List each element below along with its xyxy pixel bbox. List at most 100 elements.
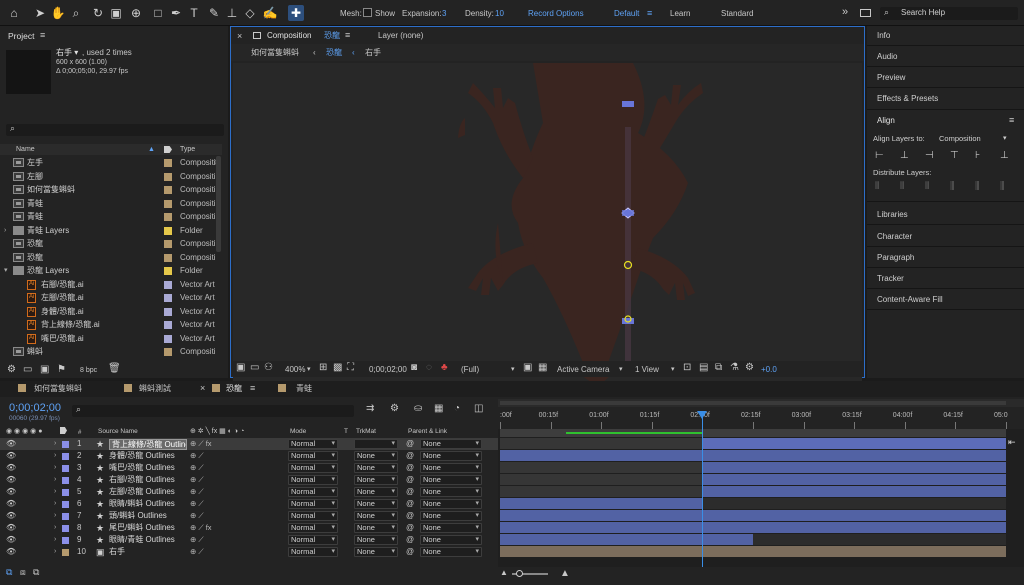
mask-visibility-icon[interactable]: ⚇: [264, 362, 273, 373]
selection-tool-icon[interactable]: ➤: [32, 5, 48, 21]
layer-source-name[interactable]: 眼睛/青蛙 Outlines: [109, 534, 175, 546]
label-color-swatch[interactable]: [164, 267, 172, 275]
visibility-eye-icon[interactable]: 👁: [6, 486, 16, 498]
layer-source-name[interactable]: 右腳/恐龍 Outlines: [109, 474, 175, 486]
align-horizontal-center-icon[interactable]: ⊥: [900, 150, 909, 161]
layer-duration-bar[interactable]: [500, 534, 753, 545]
region-of-interest-icon[interactable]: ⛶: [347, 362, 354, 373]
parent-select[interactable]: None ▾: [420, 499, 482, 509]
delete-icon[interactable]: 🗑: [108, 363, 121, 374]
expand-triangle-icon[interactable]: ›: [4, 224, 6, 238]
playhead-handle[interactable]: [697, 411, 708, 419]
layer-switches[interactable]: ⊕ ⟋: [190, 534, 204, 546]
layer-label-color[interactable]: [62, 477, 69, 484]
breadcrumb-root[interactable]: 如何當隻蝌蚪: [251, 47, 299, 59]
breadcrumb-forward-icon[interactable]: ‹: [352, 47, 355, 59]
draft-3d-icon[interactable]: ▤: [699, 362, 708, 373]
snapshot-icon[interactable]: ◙: [411, 362, 417, 373]
blend-mode-select[interactable]: Normal ▾: [288, 523, 338, 533]
expand-triangle-icon[interactable]: ›: [54, 498, 56, 510]
resolution-select[interactable]: (Full): [461, 364, 479, 376]
panel-menu-icon[interactable]: ≡: [1009, 115, 1014, 125]
visibility-eye-icon[interactable]: 👁: [6, 450, 16, 462]
lock-icon[interactable]: [253, 32, 261, 39]
monitor-icon[interactable]: ▭: [250, 362, 259, 373]
parent-select[interactable]: None ▾: [420, 487, 482, 497]
show-snapshot-icon[interactable]: ◌: [426, 362, 432, 373]
label-color-swatch[interactable]: [164, 199, 172, 208]
layer-duration-bar[interactable]: [500, 510, 1006, 521]
align-top-icon[interactable]: ⊤: [950, 150, 959, 161]
parent-pickwhip-icon[interactable]: @: [406, 546, 414, 558]
layer-label-color[interactable]: [62, 513, 69, 520]
align-to-select[interactable]: Composition: [939, 134, 981, 143]
label-color-swatch[interactable]: [164, 334, 172, 343]
layer-source-name[interactable]: 右手: [109, 546, 125, 558]
blend-mode-select[interactable]: Normal ▾: [288, 511, 338, 521]
pixel-aspect-icon[interactable]: ⊡: [683, 362, 691, 373]
breadcrumb-current[interactable]: 恐龍: [326, 47, 342, 59]
blend-mode-select[interactable]: Normal ▾: [288, 463, 338, 473]
work-area-range[interactable]: [500, 401, 1006, 405]
layer-source-name[interactable]: 背上線條/恐龍 Outlines: [109, 439, 187, 450]
track-matte-select[interactable]: None ▾: [354, 451, 398, 461]
project-item[interactable]: 恐龍 Compositi: [0, 251, 222, 265]
layer-switches[interactable]: ⊕ ⟋: [190, 510, 204, 522]
layer-row[interactable]: 👁 › 5 ★ 左腳/恐龍 Outlines ⊕ ⟋ Normal ▾ None ▾ @ None ▾: [0, 486, 498, 498]
label-color-swatch[interactable]: [164, 253, 172, 262]
name-column-header[interactable]: Name: [16, 144, 35, 156]
parent-select[interactable]: None ▾: [420, 439, 482, 449]
distribute-hcenter-icon[interactable]: ⫼: [975, 181, 980, 192]
composition-tab-name[interactable]: 恐龍: [324, 30, 340, 42]
layer-row[interactable]: 👁 › 3 ★ 嘴巴/恐龍 Outlines ⊕ ⟋ Normal ▾ None ▾ @ None ▾: [0, 462, 498, 474]
expand-triangle-icon[interactable]: ›: [54, 486, 56, 498]
layer-row[interactable]: 👁 › 10 ▣ 右手 ⊕ ⟋ Normal ▾ None ▾ @ None ▾: [0, 546, 498, 558]
chevron-down-icon[interactable]: ▾: [307, 364, 311, 376]
always-preview-icon[interactable]: ▣: [236, 362, 245, 373]
home-icon[interactable]: ⌂: [6, 5, 22, 21]
layer-source-name[interactable]: 嘴巴/恐龍 Outlines: [109, 462, 175, 474]
parent-pickwhip-icon[interactable]: @: [406, 462, 414, 474]
project-item[interactable]: 蝌蚪 Compositi: [0, 345, 222, 359]
view-layout-select[interactable]: 1 View: [635, 364, 659, 376]
label-color-swatch[interactable]: [164, 172, 172, 181]
parent-select[interactable]: None ▾: [420, 547, 482, 557]
comp-button-icon[interactable]: ⇤: [1008, 437, 1020, 449]
visibility-eye-icon[interactable]: 👁: [6, 534, 16, 546]
time-ruler[interactable]: :00f 00:15f 01:00f 01:15f 02:00f 02:15f 03:00f…: [498, 407, 1024, 429]
rotate-tool-icon[interactable]: ↻: [90, 5, 106, 21]
content-aware-fill-panel[interactable]: Content-Aware Fill: [877, 295, 943, 304]
puppet-pin-tool-icon[interactable]: ✚: [288, 5, 304, 21]
timeline-tab-2[interactable]: 蝌蚪測試: [139, 383, 171, 395]
paragraph-panel[interactable]: Paragraph: [877, 253, 914, 262]
timeline-tab-1[interactable]: 如何當隻蝌蚪: [34, 383, 82, 395]
blend-mode-select[interactable]: Normal ▾: [288, 475, 338, 485]
expand-triangle-icon[interactable]: ›: [54, 462, 56, 474]
parent-pickwhip-icon[interactable]: @: [406, 510, 414, 522]
panel-menu-icon[interactable]: ≡: [345, 29, 350, 41]
project-item[interactable]: 右腳/恐龍.ai Vector Art: [0, 278, 222, 291]
parent-pickwhip-icon[interactable]: @: [406, 438, 414, 450]
layer-duration-bar[interactable]: [500, 498, 703, 509]
sync-settings-icon[interactable]: [860, 9, 871, 17]
layer-source-name[interactable]: 身體/恐龍 Outlines: [109, 450, 175, 462]
zoom-out-icon[interactable]: ▲: [500, 568, 508, 577]
project-item[interactable]: 左腳/恐龍.ai Vector Art: [0, 291, 222, 305]
expand-triangle-icon[interactable]: ›: [54, 510, 56, 522]
panel-menu-icon[interactable]: ≡: [40, 29, 45, 41]
project-item[interactable]: 青蛙 Compositi: [0, 210, 222, 224]
layer-source-name[interactable]: 尾巴/蝌蚪 Outlines: [109, 522, 175, 534]
label-color-swatch[interactable]: [164, 321, 172, 329]
expansion-value[interactable]: 3: [442, 8, 446, 20]
layer-label-color[interactable]: [62, 537, 69, 544]
project-search-input[interactable]: ⌕: [6, 123, 224, 136]
layer-row[interactable]: 👁 › 6 ★ 眼睛/蝌蚪 Outlines ⊕ ⟋ Normal ▾ None ▾ @ None ▾: [0, 498, 498, 510]
label-color-swatch[interactable]: [164, 294, 172, 302]
audio-panel[interactable]: Audio: [877, 52, 897, 61]
close-tab-icon[interactable]: ×: [200, 382, 205, 394]
layer-row[interactable]: 👁 › 9 ★ 眼睛/青蛙 Outlines ⊕ ⟋ Normal ▾ None ▾ @ None ▾: [0, 534, 498, 546]
label-color-swatch[interactable]: [164, 348, 172, 356]
parent-pickwhip-icon[interactable]: @: [406, 486, 414, 498]
grid-icon[interactable]: ⊞: [319, 362, 327, 373]
reset-exposure-icon[interactable]: ⚙: [745, 362, 754, 373]
